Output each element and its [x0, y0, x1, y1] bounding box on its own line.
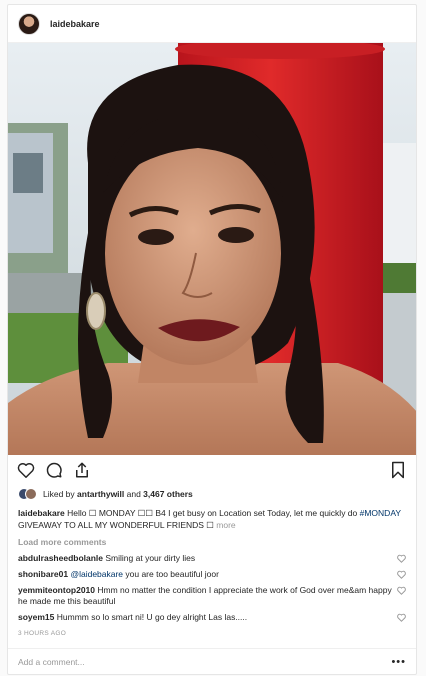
comment-icon[interactable]	[44, 460, 64, 480]
bookmark-icon[interactable]	[388, 460, 408, 480]
comment-item: soyem15 Hummm so lo smart ni! U go dey a…	[8, 610, 416, 626]
comment-username[interactable]: abdulrasheedbolanle	[18, 553, 103, 563]
post-username[interactable]: laidebakare	[50, 19, 100, 29]
portrait-photo	[8, 43, 416, 455]
likes-and: and	[124, 489, 144, 499]
comment-like-icon[interactable]	[397, 570, 406, 579]
caption-text-2: GIVEAWAY TO ALL MY WONDERFUL FRIENDS ☐	[18, 520, 217, 530]
comment-item: abdulrasheedbolanle Smiling at your dirt…	[8, 551, 416, 567]
liker-avatar[interactable]	[25, 488, 37, 500]
comment-like-icon[interactable]	[397, 613, 406, 622]
load-more-comments[interactable]: Load more comments	[8, 531, 416, 551]
comment-item: yemmiteontop2010 Hmm no matter the condi…	[8, 583, 416, 610]
comment-text: you are too beautiful joor	[123, 569, 219, 579]
comment-username[interactable]: yemmiteontop2010	[18, 585, 95, 595]
comment-like-icon[interactable]	[397, 554, 406, 563]
share-icon[interactable]	[72, 460, 92, 480]
post-caption: laidebakare Hello ☐ MONDAY ☐☐ B4 I get b…	[8, 503, 416, 531]
caption-username[interactable]: laidebakare	[18, 508, 65, 518]
add-comment-bar: •••	[8, 648, 416, 674]
comment-username[interactable]: soyem15	[18, 612, 54, 622]
comment-username[interactable]: shonibare01	[18, 569, 68, 579]
comment-text: Smiling at your dirty lies	[103, 553, 196, 563]
instagram-post: laidebakare Liked by antarthywill and 3,…	[7, 4, 417, 675]
comment-input[interactable]	[18, 656, 392, 667]
comment-text: Hummm so lo smart ni! U go dey alright L…	[54, 612, 248, 622]
caption-text: Hello ☐ MONDAY ☐☐ B4 I get busy on Locat…	[64, 508, 360, 518]
likes-text: Liked by antarthywill and 3,467 others	[43, 489, 193, 499]
comment-mention[interactable]: @laidebakare	[70, 569, 123, 579]
post-header: laidebakare	[8, 5, 416, 43]
avatar[interactable]	[18, 12, 40, 35]
likes-count[interactable]: 3,467 others	[143, 489, 193, 499]
action-bar	[8, 455, 416, 485]
caption-more-link[interactable]: more	[216, 520, 235, 530]
comment-like-icon[interactable]	[397, 586, 406, 595]
comment-item: shonibare01 @laidebakare you are too bea…	[8, 567, 416, 583]
options-icon[interactable]: •••	[391, 656, 406, 668]
caption-hashtag[interactable]: #MONDAY	[360, 508, 401, 518]
likes-row: Liked by antarthywill and 3,467 others	[8, 485, 416, 503]
likes-prefix: Liked by	[43, 489, 78, 499]
post-photo[interactable]	[8, 43, 416, 455]
likes-user-link[interactable]: antarthywill	[77, 489, 124, 499]
heart-icon[interactable]	[16, 460, 36, 480]
post-timestamp[interactable]: 3 HOURS AGO	[8, 626, 416, 647]
